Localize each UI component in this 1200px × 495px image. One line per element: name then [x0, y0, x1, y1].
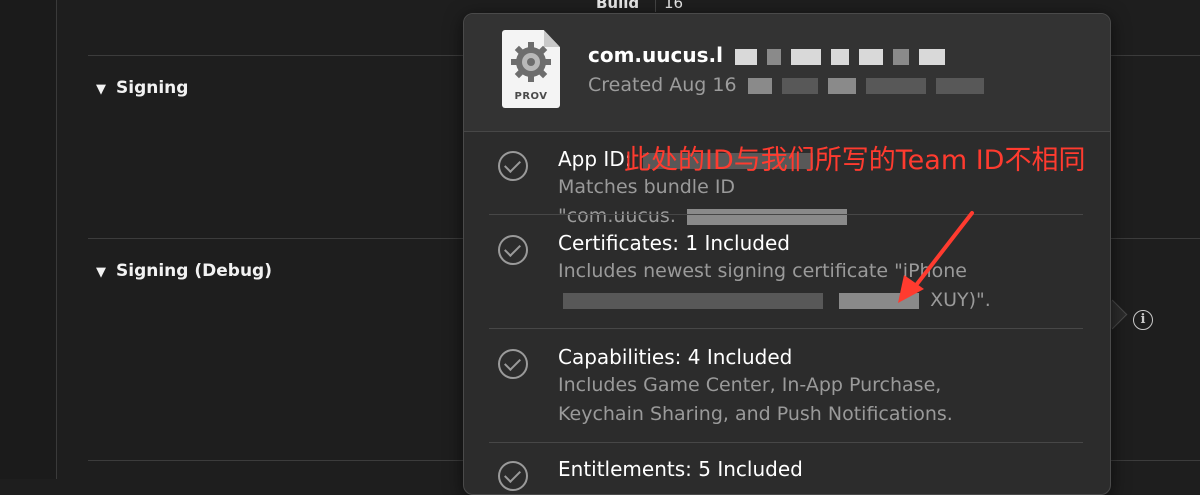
checkmark-circle-icon [498, 235, 528, 265]
info-icon[interactable]: i [1133, 310, 1153, 330]
provisioning-profile-popover: PROV com.uucus.l Created Aug 16 App ID: … [463, 13, 1111, 495]
created-date: Aug 16 [669, 74, 737, 96]
checkmark-circle-icon [498, 151, 528, 181]
annotation-text: 此处的ID与我们所写的Team ID不相同 [624, 145, 1086, 176]
item-title: Capabilities: 4 Included [558, 345, 793, 369]
build-value[interactable]: 16 [655, 0, 683, 12]
provisioning-profile-icon: PROV [502, 30, 560, 108]
section-signing[interactable]: ▼ Signing [96, 78, 188, 98]
disclosure-triangle-icon[interactable]: ▼ [96, 265, 106, 280]
annotation-arrow-icon [898, 211, 974, 303]
profile-name-text: com.uucus.l [588, 43, 723, 67]
profile-name: com.uucus.l [588, 43, 950, 67]
section-signing-debug-label: Signing (Debug) [116, 261, 272, 281]
prov-label: PROV [514, 91, 548, 102]
checkmark-circle-icon [498, 349, 528, 379]
item-description: Keychain Sharing, and Push Notifications… [558, 403, 953, 425]
left-sidebar-rail [0, 0, 57, 479]
gear-icon [511, 42, 551, 82]
section-signing-label: Signing [116, 78, 189, 98]
item-divider [489, 442, 1083, 443]
item-description: "com.uucus. [558, 202, 852, 231]
item-title: Certificates: 1 Included [558, 231, 790, 255]
item-title: Entitlements: 5 Included [558, 457, 803, 481]
item-description: Matches bundle ID [558, 176, 736, 198]
created-prefix: Created [588, 74, 664, 96]
profile-created-date: Created Aug 16 [588, 74, 989, 96]
build-label: Build [596, 0, 640, 12]
section-signing-debug[interactable]: ▼ Signing (Debug) [96, 261, 272, 281]
disclosure-triangle-icon[interactable]: ▼ [96, 82, 106, 97]
item-description: Includes Game Center, In-App Purchase, [558, 374, 942, 396]
popover-header: PROV com.uucus.l Created Aug 16 [464, 14, 1110, 132]
item-divider [489, 214, 1083, 215]
item-divider [489, 328, 1083, 329]
checkmark-circle-icon [498, 461, 528, 491]
